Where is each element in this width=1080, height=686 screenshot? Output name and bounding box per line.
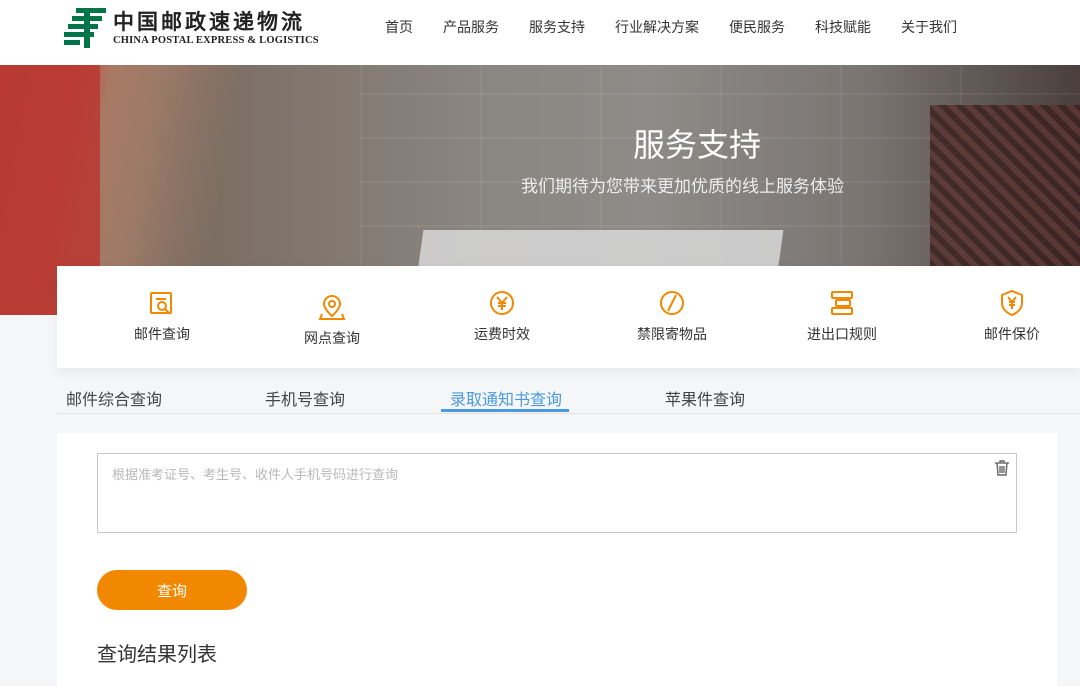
service-label: 运费时效 xyxy=(474,327,530,343)
service-label: 禁限寄物品 xyxy=(637,327,707,343)
nav-convenience[interactable]: 便民服务 xyxy=(729,17,785,37)
tab-apple-parcel[interactable]: 苹果件查询 xyxy=(665,386,745,414)
query-input[interactable] xyxy=(112,464,982,524)
yuan-clock-icon xyxy=(490,291,514,315)
logo-english-text: CHINA POSTAL EXPRESS & LOGISTICS xyxy=(113,35,319,46)
nav-technology[interactable]: 科技赋能 xyxy=(815,17,871,37)
service-import-export-rules[interactable]: 进出口规则 xyxy=(772,288,912,344)
mail-search-icon xyxy=(150,292,172,315)
query-panel: 查询 查询结果列表 xyxy=(57,433,1057,686)
service-quick-links: 邮件查询 网点查询 运费时效 禁限寄物品 进出口规则 邮件保价 xyxy=(57,266,1080,368)
tab-mail-comprehensive[interactable]: 邮件综合查询 xyxy=(66,386,162,414)
nav-products[interactable]: 产品服务 xyxy=(443,17,499,37)
nav-service-support[interactable]: 服务支持 xyxy=(529,17,585,37)
logo-chinese-text: 中国邮政速递物流 xyxy=(113,9,305,34)
rules-icon xyxy=(831,291,853,315)
trash-icon[interactable] xyxy=(993,459,1011,477)
active-tab-indicator xyxy=(441,409,569,412)
banner-subtitle: 我们期待为您带来更加优质的线上服务体验 xyxy=(521,177,844,197)
query-box xyxy=(97,453,1017,533)
china-post-logo-icon xyxy=(64,8,106,48)
service-label: 邮件查询 xyxy=(134,327,190,343)
service-label: 网点查询 xyxy=(304,331,360,347)
query-button[interactable]: 查询 xyxy=(97,570,247,610)
service-label: 邮件保价 xyxy=(984,327,1040,343)
service-prohibited-items[interactable]: 禁限寄物品 xyxy=(602,288,742,344)
banner-title: 服务支持 xyxy=(633,126,762,164)
results-list-title: 查询结果列表 xyxy=(97,642,217,666)
service-mail-query[interactable]: 邮件查询 xyxy=(92,288,232,344)
nav-home[interactable]: 首页 xyxy=(385,17,413,37)
service-label: 进出口规则 xyxy=(807,327,877,343)
prohibited-icon xyxy=(660,291,684,315)
nav-about-us[interactable]: 关于我们 xyxy=(901,17,957,37)
service-mail-insurance[interactable]: 邮件保价 xyxy=(942,288,1080,344)
site-header: 中国邮政速递物流 CHINA POSTAL EXPRESS & LOGISTIC… xyxy=(0,0,1080,65)
logo[interactable]: 中国邮政速递物流 CHINA POSTAL EXPRESS & LOGISTIC… xyxy=(62,6,319,50)
service-freight-time[interactable]: 运费时效 xyxy=(432,288,572,344)
tab-phone-query[interactable]: 手机号查询 xyxy=(265,386,345,414)
service-branch-query[interactable]: 网点查询 xyxy=(262,292,402,348)
location-pin-icon xyxy=(318,294,346,320)
nav-industry-solutions[interactable]: 行业解决方案 xyxy=(615,17,699,37)
shield-yuan-icon xyxy=(1001,289,1023,317)
